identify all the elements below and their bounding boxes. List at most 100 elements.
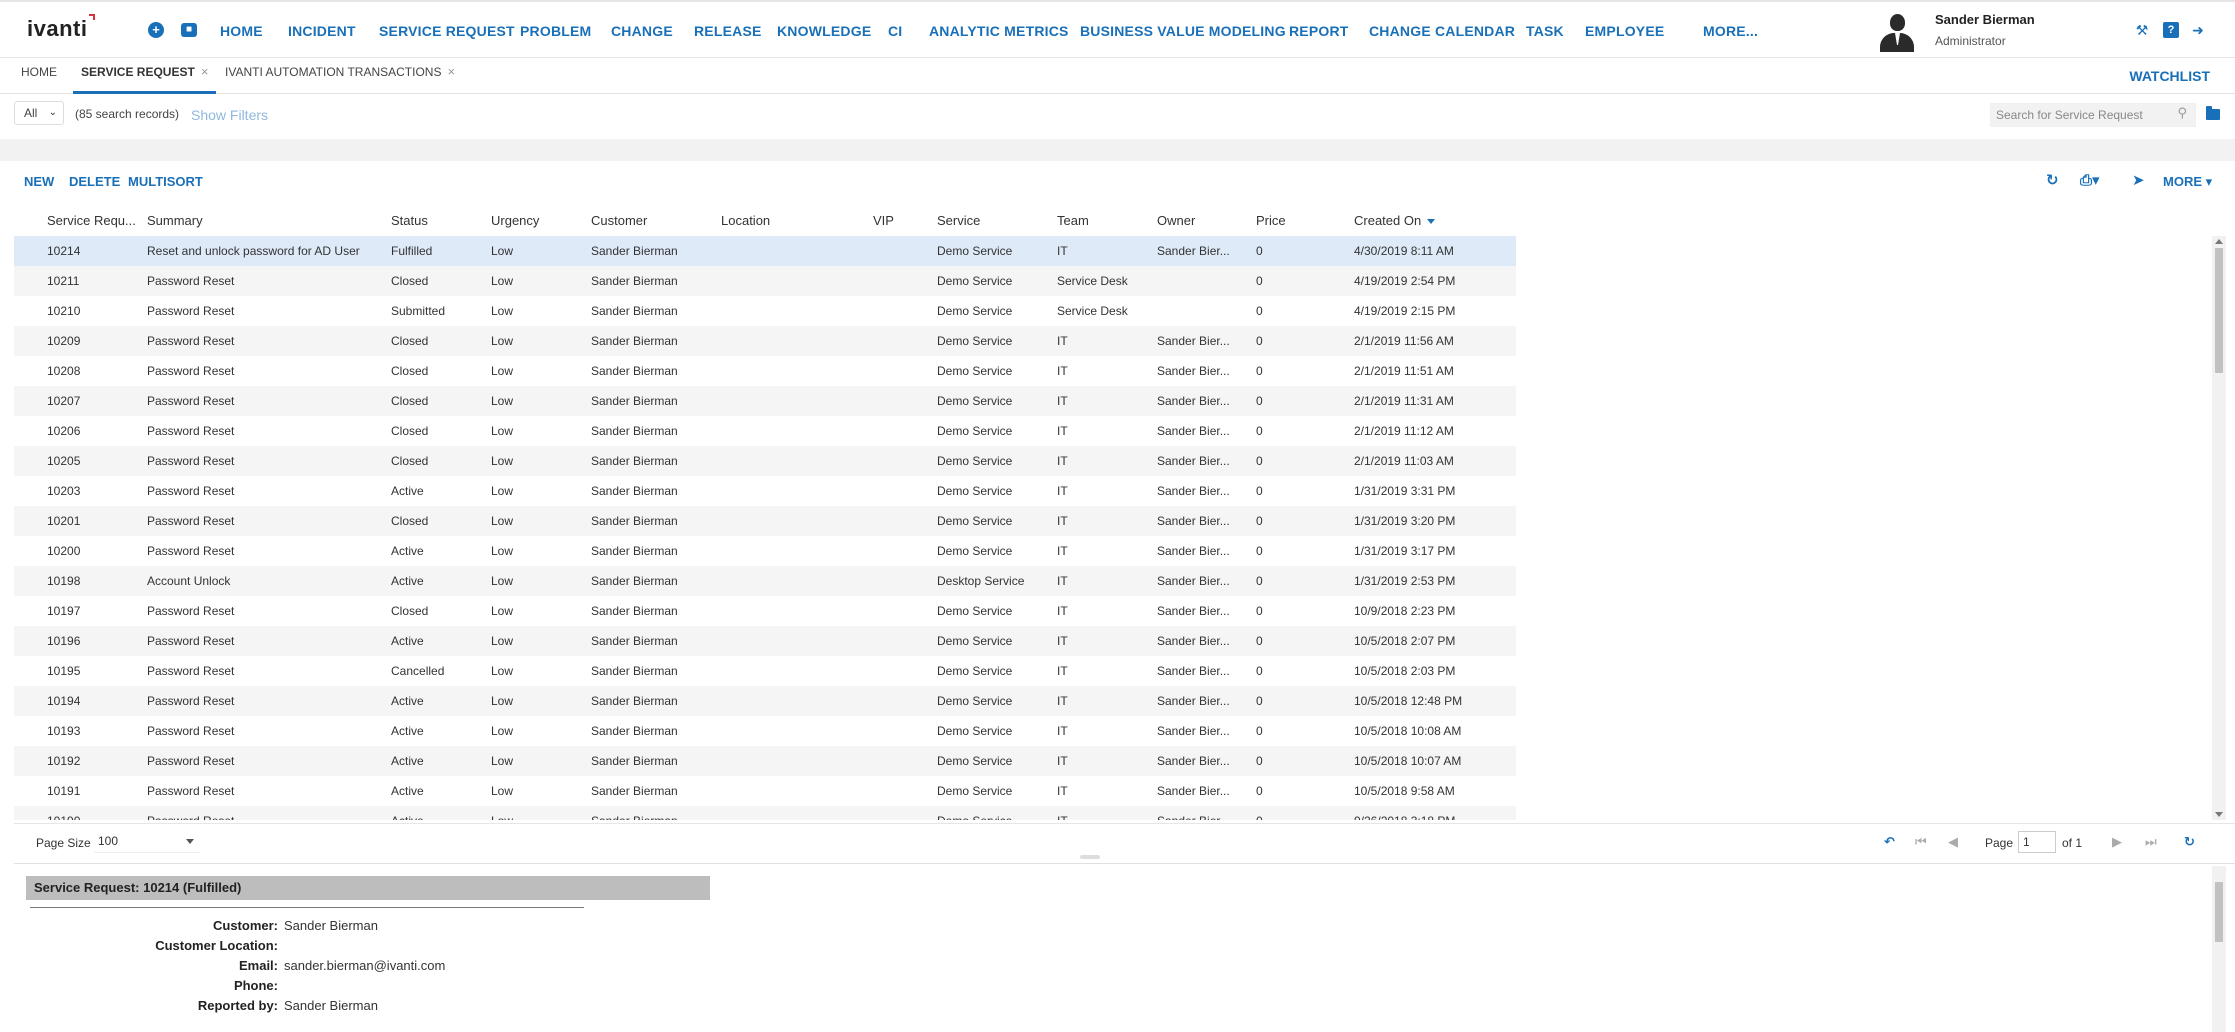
search-input[interactable]: Search for Service Request ⚲ xyxy=(1990,103,2196,127)
nav-item-problem[interactable]: PROBLEM xyxy=(520,23,591,39)
chat-icon[interactable]: ■ xyxy=(181,23,197,37)
next-page-icon[interactable]: ▶ xyxy=(2112,834,2122,850)
column-header-owner[interactable]: Owner xyxy=(1157,213,1195,228)
table-row[interactable]: 10203 Password Reset Active Low Sander Bierm… xyxy=(14,476,1516,506)
cell-team: IT xyxy=(1057,754,1068,768)
nav-item-change-calendar[interactable]: CHANGE CALENDAR xyxy=(1369,23,1515,39)
page-number-input[interactable]: 1 xyxy=(2018,831,2056,853)
nav-item-knowledge[interactable]: KNOWLEDGE xyxy=(777,23,871,39)
nav-item-analytic-metrics[interactable]: ANALYTIC METRICS xyxy=(929,23,1069,39)
cell-summary: Password Reset xyxy=(147,424,235,438)
logout-icon[interactable]: ➜ xyxy=(2190,22,2206,38)
search-icon[interactable]: ⚲ xyxy=(2177,102,2187,124)
reload-icon[interactable]: ↻ xyxy=(2184,834,2195,850)
table-row[interactable]: 10196 Password Reset Active Low Sander Bierm… xyxy=(14,626,1516,656)
table-row[interactable]: 10197 Password Reset Closed Low Sander Bierm… xyxy=(14,596,1516,626)
more-button[interactable]: MORE ▾ xyxy=(2163,174,2212,190)
column-header-service[interactable]: Service xyxy=(937,213,980,228)
cell-team: IT xyxy=(1057,364,1068,378)
tab-home[interactable]: HOME xyxy=(13,58,65,94)
detail-scrollbar[interactable] xyxy=(2212,866,2226,1032)
table-row[interactable]: 10209 Password Reset Closed Low Sander Bierm… xyxy=(14,326,1516,356)
cell-created-on: 1/31/2019 3:31 PM xyxy=(1354,484,1456,498)
tab-ivanti-automation-transactions[interactable]: IVANTI AUTOMATION TRANSACTIONS × xyxy=(217,58,463,94)
table-row[interactable]: 10195 Password Reset Cancelled Low Sander Bi… xyxy=(14,656,1516,686)
detail-scrollbar-thumb[interactable] xyxy=(2215,882,2223,942)
cell-service-requ: 10205 xyxy=(47,454,81,468)
page-size-select[interactable]: 100 xyxy=(94,831,200,853)
cell-team: Service Desk xyxy=(1057,274,1128,288)
column-header-team[interactable]: Team xyxy=(1057,213,1089,228)
column-header-customer[interactable]: Customer xyxy=(591,213,647,228)
table-row[interactable]: 10200 Password Reset Active Low Sander Bierm… xyxy=(14,536,1516,566)
column-header-location[interactable]: Location xyxy=(721,213,770,228)
plus-circle-icon[interactable]: + xyxy=(148,22,164,38)
watchlist-link[interactable]: WATCHLIST xyxy=(2129,68,2210,84)
undo-icon[interactable]: ↶ xyxy=(1884,834,1895,850)
table-row[interactable]: 10210 Password Reset Submitted Low Sander Bi… xyxy=(14,296,1516,326)
grid-scrollbar[interactable] xyxy=(2212,236,2226,820)
table-row[interactable]: 10192 Password Reset Active Low Sander Bierm… xyxy=(14,746,1516,776)
cell-owner: Sander Bier... xyxy=(1157,784,1230,798)
sort-descending-icon[interactable] xyxy=(1427,219,1436,225)
wrench-icon[interactable]: ⚒ xyxy=(2134,22,2150,38)
nav-item-report[interactable]: REPORT xyxy=(1289,23,1349,39)
print-icon[interactable]: ⎙▾ xyxy=(2080,171,2100,189)
close-icon[interactable]: × xyxy=(447,64,455,79)
column-header-created-on[interactable]: Created On xyxy=(1354,213,1436,228)
scope-select[interactable]: All ⌄ xyxy=(14,101,64,125)
pin-icon[interactable]: ➤ xyxy=(2132,171,2145,189)
table-row[interactable]: 10207 Password Reset Closed Low Sander Bierm… xyxy=(14,386,1516,416)
dropdown-arrow-icon xyxy=(186,839,194,844)
panel-splitter[interactable] xyxy=(1080,855,1100,859)
previous-page-icon[interactable]: ◀ xyxy=(1948,834,1958,850)
nav-item-home[interactable]: HOME xyxy=(220,23,263,39)
multisort-button[interactable]: MULTISORT xyxy=(128,174,203,189)
cell-urgency: Low xyxy=(491,784,514,798)
close-icon[interactable]: × xyxy=(201,64,209,79)
nav-item-employee[interactable]: EMPLOYEE xyxy=(1585,23,1664,39)
scroll-down-icon[interactable] xyxy=(2215,812,2223,817)
saved-search-folder-icon[interactable] xyxy=(2206,106,2220,120)
nav-item-incident[interactable]: INCIDENT xyxy=(288,23,356,39)
column-header-urgency[interactable]: Urgency xyxy=(491,213,539,228)
last-page-icon[interactable]: ⏭ xyxy=(2145,834,2157,850)
table-row[interactable]: 10193 Password Reset Active Low Sander Bierm… xyxy=(14,716,1516,746)
table-row[interactable]: 10208 Password Reset Closed Low Sander Bierm… xyxy=(14,356,1516,386)
column-header-summary[interactable]: Summary xyxy=(147,213,203,228)
nav-item-change[interactable]: CHANGE xyxy=(611,23,673,39)
cell-urgency: Low xyxy=(491,484,514,498)
table-row[interactable]: 10214 Reset and unlock password for AD Us… xyxy=(14,236,1516,266)
tab-service-request[interactable]: SERVICE REQUEST × xyxy=(73,58,217,94)
show-filters-link[interactable]: Show Filters xyxy=(191,107,268,123)
help-icon[interactable]: ? xyxy=(2163,22,2179,38)
column-header-status[interactable]: Status xyxy=(391,213,428,228)
table-row[interactable]: 10190 Password Reset Active Low Sander Bierm… xyxy=(14,806,1516,820)
table-row[interactable]: 10198 Account Unlock Active Low Sander Bierm… xyxy=(14,566,1516,596)
nav-item-business-value-modeling[interactable]: BUSINESS VALUE MODELING xyxy=(1080,23,1286,39)
column-header-service-requ[interactable]: Service Requ... xyxy=(47,213,136,228)
user-menu[interactable]: Sander Bierman Administrator xyxy=(1875,8,2115,54)
cell-service-requ: 10203 xyxy=(47,484,81,498)
scrollbar-thumb[interactable] xyxy=(2215,248,2223,373)
table-row[interactable]: 10211 Password Reset Closed Low Sander Bierm… xyxy=(14,266,1516,296)
first-page-icon[interactable]: ⏮ xyxy=(1915,834,1927,850)
table-row[interactable]: 10194 Password Reset Active Low Sander Bierm… xyxy=(14,686,1516,716)
scroll-up-icon[interactable] xyxy=(2215,239,2223,244)
nav-item-ci[interactable]: CI xyxy=(888,23,902,39)
new-button[interactable]: NEW xyxy=(24,174,54,189)
delete-button[interactable]: DELETE xyxy=(69,174,120,189)
refresh-icon[interactable]: ↻ xyxy=(2046,171,2059,189)
table-row[interactable]: 10205 Password Reset Closed Low Sander Bierm… xyxy=(14,446,1516,476)
table-row[interactable]: 10191 Password Reset Active Low Sander Bierm… xyxy=(14,776,1516,806)
nav-item-service-request[interactable]: SERVICE REQUEST xyxy=(379,23,515,39)
column-header-price[interactable]: Price xyxy=(1256,213,1286,228)
column-header-vip[interactable]: VIP xyxy=(873,213,894,228)
cell-created-on: 2/1/2019 11:56 AM xyxy=(1354,334,1454,348)
nav-item-task[interactable]: TASK xyxy=(1526,23,1564,39)
nav-item-release[interactable]: RELEASE xyxy=(694,23,762,39)
ivanti-logo[interactable]: ivanti xyxy=(27,14,96,42)
nav-item-more[interactable]: MORE... xyxy=(1703,23,1758,39)
table-row[interactable]: 10206 Password Reset Closed Low Sander Bierm… xyxy=(14,416,1516,446)
table-row[interactable]: 10201 Password Reset Closed Low Sander Bierm… xyxy=(14,506,1516,536)
